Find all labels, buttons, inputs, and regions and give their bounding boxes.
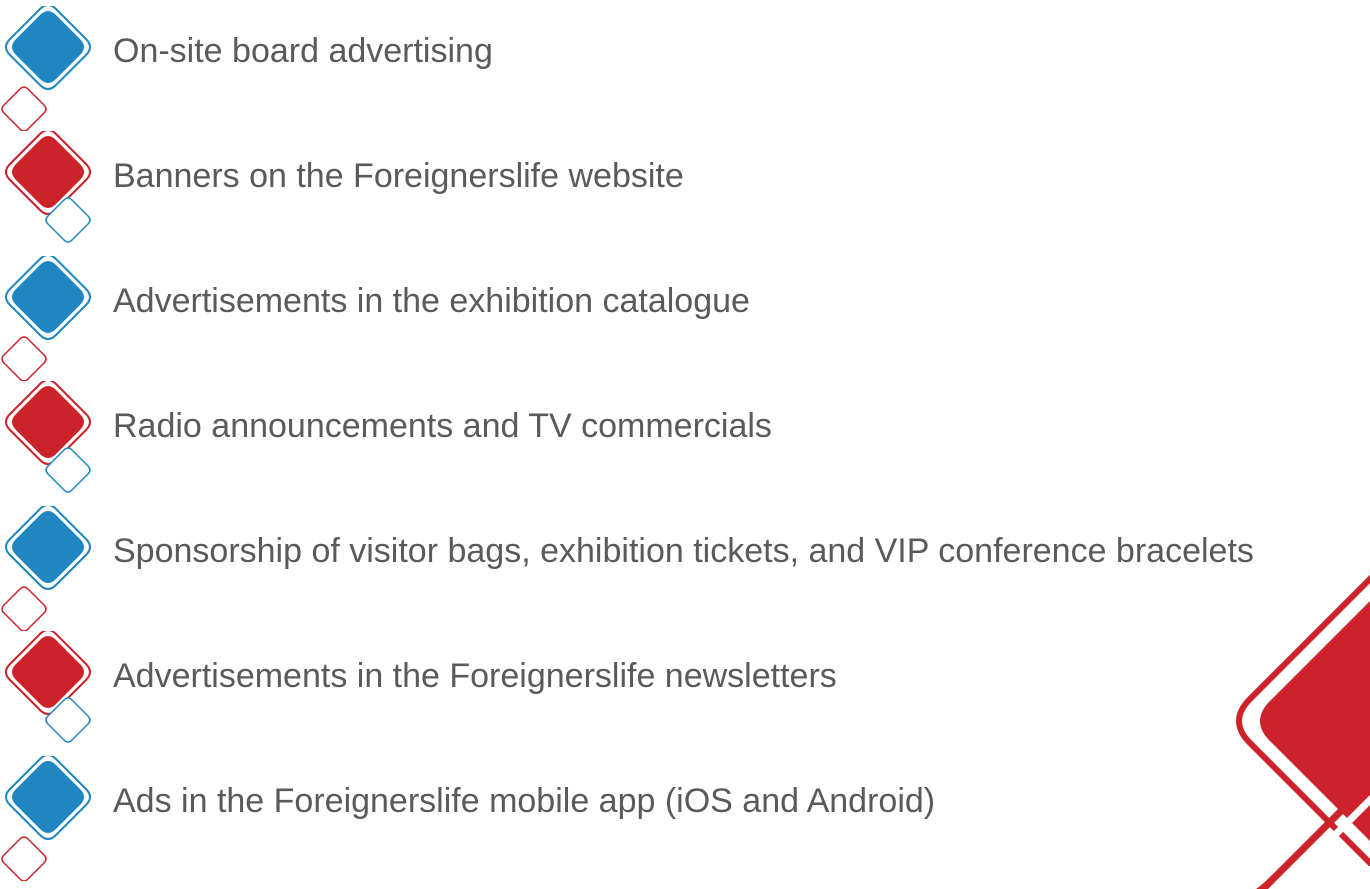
blue-diamond-bullet-icon — [1, 506, 91, 631]
item-label: Sponsorship of visitor bags, exhibition … — [113, 532, 1254, 570]
list-item: Ads in the Foreignerslife mobile app (iO… — [0, 756, 1370, 881]
blue-diamond-bullet-icon — [1, 6, 91, 131]
red-diamond-bullet-icon — [5, 381, 91, 493]
red-diamond-bullet-icon — [5, 631, 91, 743]
item-label: On-site board advertising — [113, 32, 493, 70]
list-item: Banners on the Foreignerslife website — [0, 131, 1370, 256]
red-diamond-corner-decoration — [1236, 574, 1370, 889]
list-item: On-site board advertising — [0, 6, 1370, 131]
list-item: Advertisements in the exhibition catalog… — [0, 256, 1370, 381]
item-label: Advertisements in the exhibition catalog… — [113, 282, 750, 320]
item-label: Banners on the Foreignerslife website — [113, 157, 684, 195]
item-label: Advertisements in the Foreignerslife new… — [113, 657, 837, 695]
red-diamond-bullet-icon — [5, 131, 91, 243]
list-item: Radio announcements and TV commercials — [0, 381, 1370, 506]
advertising-options-list: On-site board advertising Banners on the… — [0, 0, 1370, 889]
list-item: Sponsorship of visitor bags, exhibition … — [0, 506, 1370, 631]
blue-diamond-bullet-icon — [1, 756, 91, 881]
list-item: Advertisements in the Foreignerslife new… — [0, 631, 1370, 756]
item-label: Ads in the Foreignerslife mobile app (iO… — [113, 782, 936, 820]
blue-diamond-bullet-icon — [1, 256, 91, 381]
item-label: Radio announcements and TV commercials — [113, 407, 772, 445]
